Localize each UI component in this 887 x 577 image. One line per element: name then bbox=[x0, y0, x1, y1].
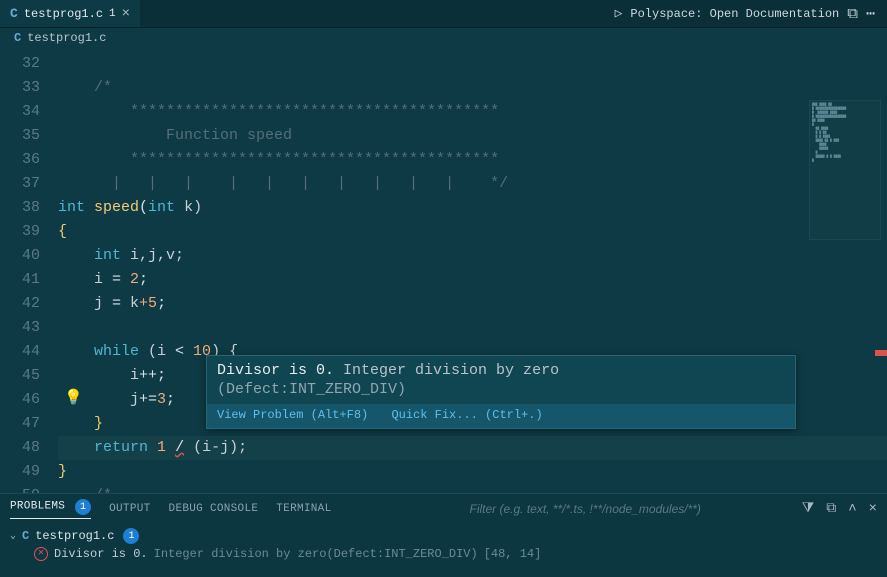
problem-item[interactable]: ✕ Divisor is 0. Integer division by zero… bbox=[10, 544, 877, 561]
minimap[interactable]: ███ ████ ███ ██████████████████ ██████ █… bbox=[809, 100, 881, 240]
code-line: /* bbox=[58, 76, 887, 100]
tab-terminal[interactable]: TERMINAL bbox=[276, 503, 331, 515]
problem-title: Divisor is 0. bbox=[54, 547, 148, 561]
run-label[interactable]: Polyspace: Open Documentation bbox=[630, 7, 839, 21]
scrollbar-error-marker[interactable] bbox=[875, 350, 887, 356]
code-line: /* bbox=[58, 484, 887, 493]
line-number: 48 bbox=[0, 436, 40, 460]
code-line: return 1 / (i-j); bbox=[58, 436, 887, 460]
collapse-icon[interactable]: ˄ bbox=[848, 501, 856, 517]
problem-file-group[interactable]: ⌄ C testprog1.c 1 bbox=[10, 528, 877, 544]
line-number: 43 bbox=[0, 316, 40, 340]
filter-icon[interactable]: ⧩ bbox=[802, 501, 815, 517]
line-number: 37 bbox=[0, 172, 40, 196]
tab-debug-console[interactable]: DEBUG CONSOLE bbox=[169, 503, 259, 515]
code-line: Function speed bbox=[58, 124, 887, 148]
problem-file-name: testprog1.c bbox=[35, 529, 114, 543]
filter-input[interactable] bbox=[469, 502, 729, 516]
code-line: int i,j,v; bbox=[58, 244, 887, 268]
tab-output[interactable]: OUTPUT bbox=[109, 503, 150, 515]
breadcrumb[interactable]: C testprog1.c bbox=[0, 28, 887, 48]
more-icon[interactable]: ⋯ bbox=[866, 4, 875, 23]
hover-message: Divisor is 0. Integer division by zero bbox=[207, 356, 795, 381]
split-editor-icon[interactable]: ⧉ bbox=[847, 5, 858, 23]
tab-dirty-indicator: 1 bbox=[109, 8, 116, 20]
hover-actions: View Problem (Alt+F8) Quick Fix... (Ctrl… bbox=[207, 404, 795, 428]
line-number: 45 bbox=[0, 364, 40, 388]
line-number: 35 bbox=[0, 124, 40, 148]
c-lang-icon: C bbox=[22, 529, 29, 543]
line-number: 40 bbox=[0, 244, 40, 268]
line-number: 36 bbox=[0, 148, 40, 172]
play-icon[interactable]: ▷ bbox=[615, 6, 623, 21]
tab-bar: C testprog1.c 1 × ▷ Polyspace: Open Docu… bbox=[0, 0, 887, 28]
code-line: int speed(int k) bbox=[58, 196, 887, 220]
panel-tabs: PROBLEMS 1 OUTPUT DEBUG CONSOLE TERMINAL… bbox=[0, 494, 887, 524]
line-number: 49 bbox=[0, 460, 40, 484]
code-line bbox=[58, 52, 887, 76]
line-number: 34 bbox=[0, 100, 40, 124]
code-line: ****************************************… bbox=[58, 100, 887, 124]
hover-widget: Divisor is 0. Integer division by zero (… bbox=[206, 355, 796, 429]
line-number: 33 bbox=[0, 76, 40, 100]
line-number: 41 bbox=[0, 268, 40, 292]
code-line: j = k+5; bbox=[58, 292, 887, 316]
line-number: 39 bbox=[0, 220, 40, 244]
error-icon: ✕ bbox=[34, 547, 48, 561]
view-problem-action[interactable]: View Problem (Alt+F8) bbox=[217, 408, 368, 422]
code-line: i = 2; bbox=[58, 268, 887, 292]
chevron-down-icon: ⌄ bbox=[10, 530, 16, 542]
close-icon[interactable]: × bbox=[122, 7, 130, 21]
problem-location: [48, 14] bbox=[484, 547, 542, 561]
breadcrumb-file: testprog1.c bbox=[27, 31, 106, 45]
editor-tab[interactable]: C testprog1.c 1 × bbox=[0, 0, 140, 27]
hover-title: Divisor is 0. bbox=[217, 362, 334, 379]
hover-defect-code: (Defect:INT_ZERO_DIV) bbox=[207, 381, 795, 404]
clear-icon[interactable]: ⧉ bbox=[826, 501, 836, 517]
line-number: 46 bbox=[0, 388, 40, 412]
code-line: ****************************************… bbox=[58, 148, 887, 172]
close-panel-icon[interactable]: × bbox=[869, 501, 877, 517]
line-number: 38 bbox=[0, 196, 40, 220]
title-actions: ▷ Polyspace: Open Documentation ⧉ ⋯ bbox=[615, 4, 887, 23]
line-number: 47 bbox=[0, 412, 40, 436]
line-number-gutter: 32 33 34 35 36 37 38 39 40 41 42 43 44 4… bbox=[0, 48, 58, 493]
lightbulb-icon[interactable]: 💡 bbox=[64, 388, 83, 407]
file-count-badge: 1 bbox=[123, 528, 139, 544]
problems-count-badge: 1 bbox=[75, 499, 91, 515]
problems-filter[interactable] bbox=[469, 502, 729, 517]
line-number: 44 bbox=[0, 340, 40, 364]
quick-fix-action[interactable]: Quick Fix... (Ctrl+.) bbox=[391, 408, 542, 422]
c-lang-icon: C bbox=[10, 6, 18, 21]
tab-problems[interactable]: PROBLEMS 1 bbox=[10, 499, 91, 519]
bottom-panel: PROBLEMS 1 OUTPUT DEBUG CONSOLE TERMINAL… bbox=[0, 493, 887, 577]
problem-description: Integer division by zero(Defect:INT_ZERO… bbox=[154, 547, 478, 561]
code-line: { bbox=[58, 220, 887, 244]
code-line: } bbox=[58, 460, 887, 484]
code-line bbox=[58, 316, 887, 340]
code-line: | | | | | | | | | | */ bbox=[58, 172, 887, 196]
problems-body: ⌄ C testprog1.c 1 ✕ Divisor is 0. Intege… bbox=[0, 524, 887, 565]
line-number: 42 bbox=[0, 292, 40, 316]
c-lang-icon: C bbox=[14, 31, 21, 45]
hover-detail: Integer division by zero bbox=[334, 362, 559, 379]
tab-title: testprog1.c bbox=[24, 7, 103, 21]
line-number: 50 bbox=[0, 484, 40, 493]
line-number: 32 bbox=[0, 52, 40, 76]
